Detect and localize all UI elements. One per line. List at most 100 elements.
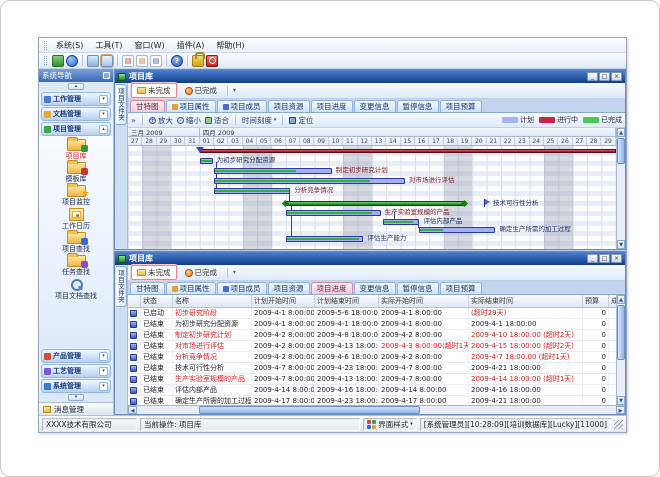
new-window-icon[interactable]	[52, 55, 64, 67]
sidebar-group-工艺管理[interactable]: 工艺管理▾	[41, 364, 111, 378]
menu-item-窗口(W)[interactable]: 窗口(W)	[128, 40, 170, 51]
report-red-icon[interactable]: ▤	[122, 55, 134, 67]
sidebar-tab-message-manager[interactable]: 消息管理	[39, 402, 113, 415]
sidebar-item-项目查找[interactable]: 项目查找	[62, 232, 90, 253]
gantt-bar-task[interactable]	[286, 236, 364, 242]
web-icon[interactable]	[66, 55, 78, 67]
table-row[interactable]: 已结束分析竞争情况2009-4-2 8:00:002009-4-6 18:00:…	[128, 352, 616, 363]
sidebar-group-文档管理[interactable]: 文档管理▾	[41, 107, 111, 121]
gantt-bar-task[interactable]	[286, 210, 381, 216]
gantt-bar-task[interactable]	[383, 219, 419, 225]
column-header-实际结束时间[interactable]: 实际结束时间	[469, 295, 583, 307]
close-button[interactable]: ×	[611, 72, 622, 81]
table-filter-tab-未完成[interactable]: 未完成	[131, 265, 177, 280]
resize-grip[interactable]	[614, 420, 623, 429]
time-scale-button[interactable]: 时间刻度▾	[242, 115, 277, 126]
column-header-名称[interactable]: 名称	[173, 295, 252, 307]
minimize-button[interactable]: _	[587, 254, 598, 263]
menu-item-插件(A)[interactable]: 插件(A)	[171, 40, 211, 51]
gantt-bar-task[interactable]	[214, 188, 290, 194]
scroll-thumb[interactable]	[199, 406, 419, 414]
folder-open-icon[interactable]	[101, 55, 113, 67]
close-button[interactable]: ×	[611, 254, 622, 263]
column-header-计划结束时间[interactable]: 计划结束时间	[315, 295, 379, 307]
gantt-bar-task[interactable]	[214, 178, 405, 184]
sidebar-collapse-button[interactable]: ▴	[68, 83, 84, 90]
gantt-bar-task[interactable]	[419, 227, 495, 233]
report-blue-icon[interactable]: ▤	[150, 55, 162, 67]
gantt-filter-tab-已完成[interactable]: 已完成	[180, 84, 223, 97]
sidebar-group-工作管理[interactable]: 工作管理▾	[41, 92, 111, 106]
sidebar-item-模板库[interactable]: 模板库	[66, 162, 87, 183]
column-header-状态[interactable]: 状态	[141, 295, 173, 307]
column-header-计划开始时间[interactable]: 计划开始时间	[252, 295, 315, 307]
sidebar-item-项目监控[interactable]: ★项目监控	[62, 185, 90, 206]
gantt-tab-变更信息[interactable]: 变更信息	[354, 100, 396, 112]
sidebar-group-产品管理[interactable]: 产品管理▾	[41, 349, 111, 363]
sidebar-group-系统管理[interactable]: 系统管理▾	[41, 379, 111, 393]
table-row[interactable]: 已结束制定初步研究计划2009-4-2 8:00:002009-4-8 18:0…	[128, 330, 616, 341]
restore-button[interactable]: □	[599, 254, 610, 263]
table-tab-项目进度[interactable]: 项目进度	[311, 282, 353, 294]
table-tab-甘特图[interactable]: 甘特图	[130, 282, 165, 294]
table-folder-tab[interactable]: 项目文件夹	[116, 266, 127, 307]
help-icon[interactable]: ?	[171, 55, 183, 67]
gantt-bar-summary[interactable]	[286, 201, 465, 206]
gantt-bar-task[interactable]	[200, 158, 213, 164]
sidebar-group-项目管理[interactable]: 项目管理▴	[41, 122, 111, 136]
scroll-down-arrow[interactable]: ▼	[617, 396, 625, 405]
table-row[interactable]: 已结束评估内部产品2009-4-14 8:00:002009-4-16 18:0…	[128, 385, 616, 396]
gantt-vertical-scrollbar[interactable]: ▲ ▼	[616, 128, 625, 249]
table-row[interactable]: 已结束生产实验室规模的产品2009-4-7 8:00:002009-4-13 1…	[128, 374, 616, 385]
gantt-bar-task[interactable]	[214, 168, 332, 174]
column-header-实际开始时间[interactable]: 实际开始时间	[379, 295, 469, 307]
menu-item-系统(S)[interactable]: 系统(S)	[50, 40, 89, 51]
column-header-预算[interactable]: 预算	[583, 295, 609, 307]
scroll-left-arrow[interactable]: ◀	[128, 406, 137, 414]
table-tab-变更信息[interactable]: 变更信息	[354, 282, 396, 294]
scroll-right-arrow[interactable]: ▶	[616, 406, 625, 414]
overflow-icon[interactable]: »	[131, 116, 136, 125]
chevron-down-icon[interactable]: ▾	[99, 110, 108, 119]
exit-icon[interactable]	[206, 55, 218, 67]
gantt-filter-tab-未完成[interactable]: 未完成	[131, 83, 177, 98]
scroll-up-arrow[interactable]: ▲	[617, 128, 625, 137]
table-tab-项目预算[interactable]: 项目预算	[440, 282, 482, 294]
table-horizontal-scrollbar[interactable]: ◀ ▶	[128, 405, 625, 414]
sidebar-item-任务查找[interactable]: 任务查找	[62, 255, 90, 276]
folder-icon[interactable]	[87, 55, 99, 67]
gantt-tab-项目资源[interactable]: 项目资源	[268, 100, 310, 112]
locate-button[interactable]: 定位	[289, 115, 313, 126]
chevron-down-icon[interactable]: ▾	[99, 367, 108, 376]
table-row[interactable]: 已启动初步研究阶段2009-4-1 8:00:002009-5-6 18:00:…	[128, 308, 616, 319]
toolbar-grip[interactable]	[44, 56, 47, 65]
table-tab-项目属性[interactable]: 项目属性	[166, 282, 216, 294]
table-tab-项目成员[interactable]: 项目成员	[217, 282, 267, 294]
menu-item-帮助(H)[interactable]: 帮助(H)	[210, 40, 250, 51]
gantt-tab-甘特图[interactable]: 甘特图	[130, 100, 165, 112]
chevron-down-icon[interactable]: ▾	[99, 382, 108, 391]
sidebar-expand-button[interactable]: ▾	[68, 394, 84, 401]
table-row[interactable]: 已结束技术可行性分析2009-4-7 8:00:002009-4-23 18:0…	[128, 363, 616, 374]
chevron-up-icon[interactable]: ▴	[99, 125, 108, 134]
gantt-tab-暂停信息[interactable]: 暂停信息	[397, 100, 439, 112]
gantt-tab-项目属性[interactable]: 项目属性	[166, 100, 216, 112]
chevron-down-icon[interactable]: ▾	[99, 95, 108, 104]
zoom-in-button[interactable]: +放大	[149, 115, 173, 126]
sidebar-item-项目库[interactable]: 项目库	[66, 139, 87, 160]
menu-item-工具(T)[interactable]: 工具(T)	[89, 40, 128, 51]
gantt-tab-项目成员[interactable]: 项目成员	[217, 100, 267, 112]
scroll-thumb[interactable]	[617, 138, 625, 164]
table-tab-暂停信息[interactable]: 暂停信息	[397, 282, 439, 294]
sidebar-item-工作日历[interactable]: 工作日历	[62, 208, 90, 230]
fit-button[interactable]: 适合	[205, 115, 229, 126]
scroll-up-arrow[interactable]: ▲	[617, 295, 625, 304]
column-header-成[interactable]: 成	[609, 295, 616, 307]
scroll-thumb[interactable]	[617, 305, 625, 360]
ui-style-selector[interactable]: 界面样式 ▾	[363, 418, 417, 431]
overflow-chevron-icon[interactable]: ▾	[233, 87, 236, 94]
table-row[interactable]: 已结束确定生产所需的加工过程2009-4-17 8:00:002009-4-23…	[128, 396, 616, 405]
gantt-bar-project[interactable]	[200, 149, 616, 153]
minimize-button[interactable]: _	[587, 72, 598, 81]
gantt-chart[interactable]: 为初步研究分配资源制定初步研究计划对市场进行评估分析竞争情况技术可行性分析生产实…	[128, 146, 616, 249]
